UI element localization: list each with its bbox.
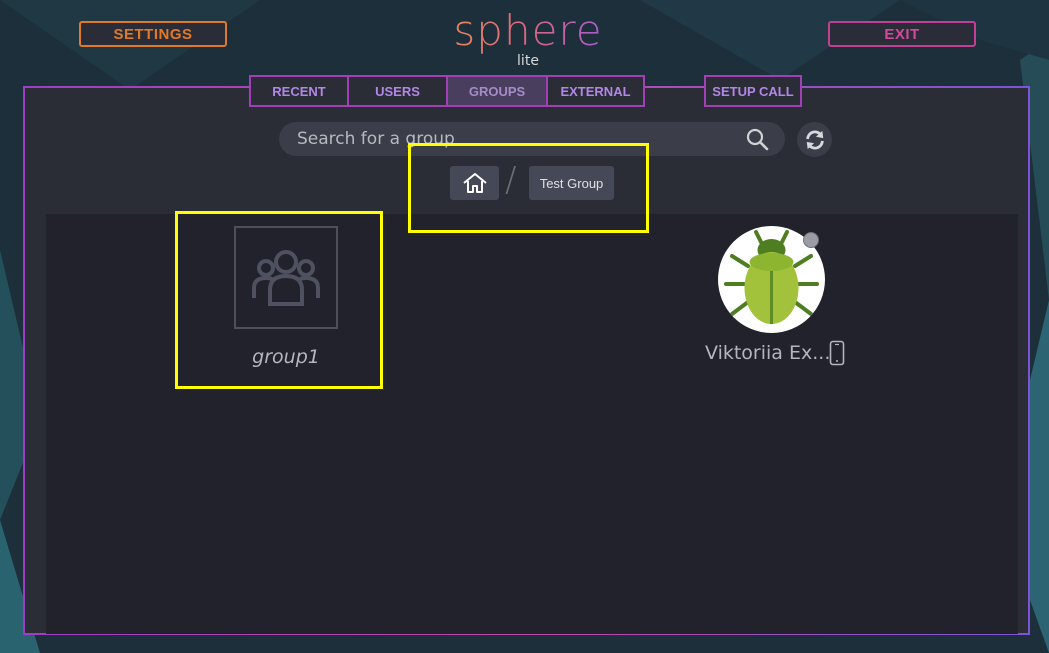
refresh-icon [805,130,824,149]
tab-recent[interactable]: RECENT [249,75,349,107]
settings-button[interactable]: SETTINGS [79,21,227,47]
tab-users[interactable]: USERS [347,75,448,107]
setup-call-button[interactable]: SETUP CALL [704,75,802,107]
status-indicator [803,232,819,248]
logo-subtext: lite [517,53,539,69]
mobile-phone-icon [829,340,845,366]
tab-groups[interactable]: GROUPS [446,75,548,107]
search-icon[interactable] [745,127,769,151]
logo-text: sphere [448,6,608,56]
tab-external[interactable]: EXTERNAL [546,75,645,107]
refresh-button[interactable] [797,122,832,157]
exit-button[interactable]: EXIT [828,21,976,47]
nav-tabs: RECENT USERS GROUPS EXTERNAL [249,75,645,107]
contact-name-label: Viktoriia Ex... [705,342,831,364]
app-logo: sphere lite [448,6,608,68]
highlight-box-breadcrumb [408,143,649,233]
highlight-box-group [175,211,383,389]
